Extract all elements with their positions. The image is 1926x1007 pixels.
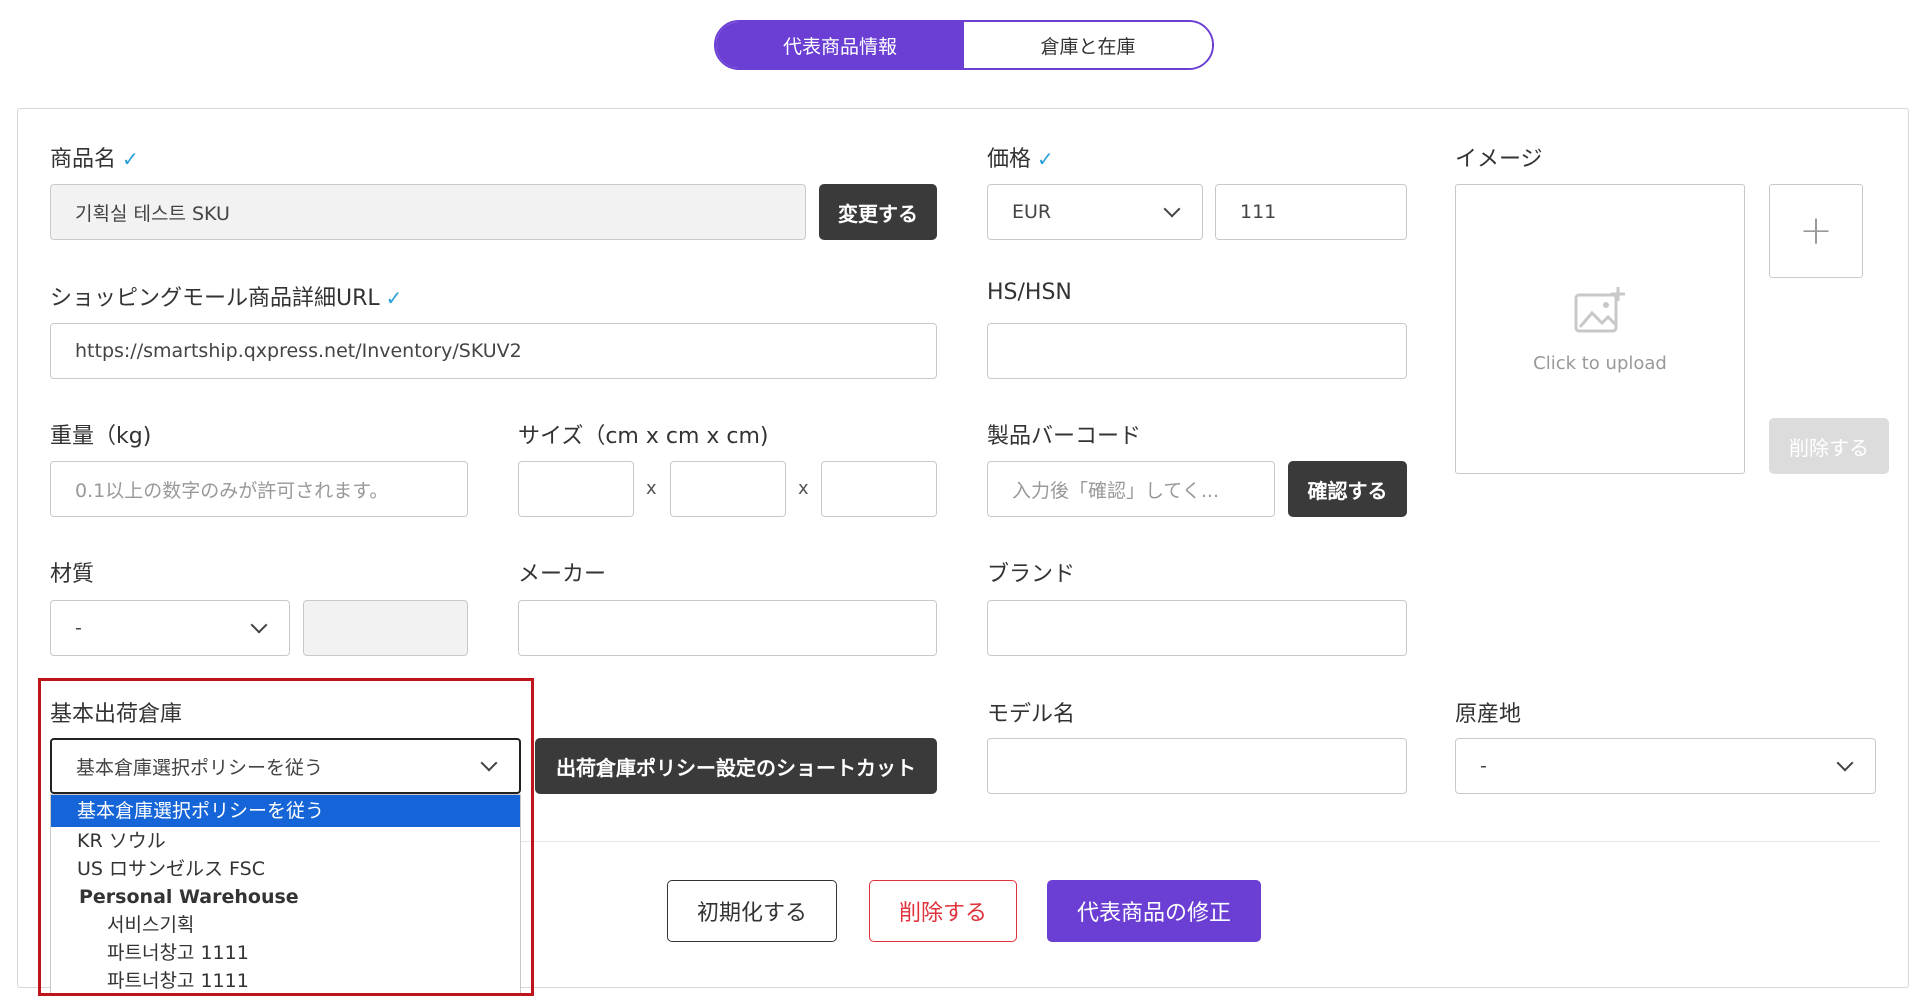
origin-value: - xyxy=(1480,755,1487,777)
chevron-down-icon xyxy=(1163,200,1181,218)
size-width-input[interactable] xyxy=(670,461,786,517)
model-input[interactable] xyxy=(987,738,1407,794)
hs-hsn-label: HS/HSN xyxy=(987,280,1072,305)
currency-value: EUR xyxy=(1012,201,1052,223)
size-separator: x xyxy=(646,478,657,499)
image-label: イメージ xyxy=(1455,147,1543,172)
tab-product-info[interactable]: 代表商品情報 xyxy=(716,22,964,68)
weight-input[interactable]: 0.1以上の数字のみが許可されます。 xyxy=(50,461,468,517)
barcode-input[interactable]: 入力後「確認」してく... xyxy=(987,461,1275,517)
delete-button[interactable]: 削除する xyxy=(869,880,1017,942)
upload-hint: Click to upload xyxy=(1533,352,1667,374)
barcode-label: 製品バーコード xyxy=(987,424,1142,449)
check-icon: ✓ xyxy=(122,147,139,171)
price-label: 価格 ✓ xyxy=(987,147,1054,172)
size-height-input[interactable] xyxy=(821,461,937,517)
material-value: - xyxy=(75,617,82,639)
chevron-down-icon xyxy=(250,616,268,634)
tab-bar: 代表商品情報 倉庫と在庫 xyxy=(714,20,1214,70)
add-image-button[interactable]: + xyxy=(1769,184,1863,278)
check-icon: ✓ xyxy=(1037,147,1054,171)
warehouse-policy-shortcut-button[interactable]: 出荷倉庫ポリシー設定のショートカット xyxy=(535,738,937,794)
reset-button[interactable]: 初期化する xyxy=(667,880,837,942)
plus-icon: + xyxy=(1799,208,1833,254)
currency-select[interactable]: EUR xyxy=(987,184,1203,240)
hs-hsn-input[interactable] xyxy=(987,323,1407,379)
chevron-down-icon xyxy=(1836,754,1854,772)
brand-label: ブランド xyxy=(987,562,1076,587)
confirm-barcode-button[interactable]: 確認する xyxy=(1288,461,1407,517)
brand-input[interactable] xyxy=(987,600,1407,656)
mall-url-input[interactable]: https://smartship.qxpress.net/Inventory/… xyxy=(50,323,937,379)
delete-image-button[interactable]: 削除する xyxy=(1769,418,1889,474)
origin-label: 原産地 xyxy=(1455,702,1522,727)
product-name-input[interactable]: 기획실 테스트 SKU xyxy=(50,184,806,240)
size-length-input[interactable] xyxy=(518,461,634,517)
size-label: サイズ（cm x cm x cm) xyxy=(518,424,769,449)
image-add-icon xyxy=(1574,286,1625,332)
check-icon: ✓ xyxy=(385,286,403,310)
maker-label: メーカー xyxy=(518,562,607,587)
model-label: モデル名 xyxy=(987,702,1076,727)
material-label: 材質 xyxy=(50,562,95,587)
material-select[interactable]: - xyxy=(50,600,290,656)
origin-select[interactable]: - xyxy=(1455,738,1876,794)
product-name-label: 商品名 ✓ xyxy=(50,147,139,172)
highlight-box xyxy=(38,678,534,996)
weight-label: 重量（kg) xyxy=(50,424,152,449)
tab-warehouse-stock[interactable]: 倉庫と在庫 xyxy=(964,22,1212,68)
mall-url-label: ショッピングモール商品詳細URL ✓ xyxy=(50,286,403,311)
update-product-button[interactable]: 代表商品の修正 xyxy=(1047,880,1261,942)
image-upload-area[interactable]: Click to upload xyxy=(1455,184,1745,474)
size-separator: x xyxy=(798,478,809,499)
change-name-button[interactable]: 変更する xyxy=(819,184,937,240)
material-other-input[interactable] xyxy=(303,600,468,656)
price-input[interactable]: 111 xyxy=(1215,184,1407,240)
maker-input[interactable] xyxy=(518,600,937,656)
